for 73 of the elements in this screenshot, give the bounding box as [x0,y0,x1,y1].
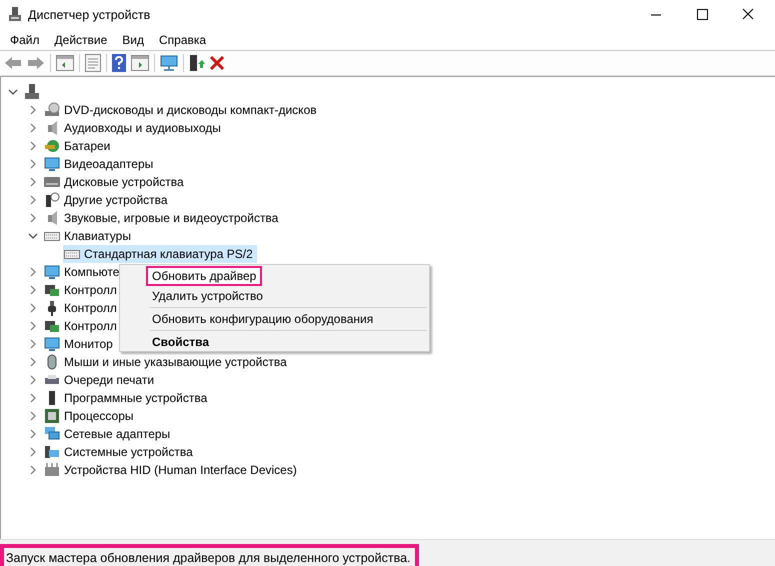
tree-item[interactable]: Звуковые, игровые и видеоустройства [64,211,278,225]
update-driver-icon[interactable] [189,54,205,72]
tree-item[interactable]: Сетевые адаптеры [64,427,170,441]
tree-item[interactable]: Контролл [64,301,117,315]
forward-icon[interactable] [27,56,45,70]
delete-icon[interactable] [210,56,224,70]
card-icon [44,318,60,334]
panel-icon[interactable] [56,55,74,71]
card-icon [44,282,60,298]
status-text: Запуск мастера обновления драйверов для выделенного устройства. [0,544,418,566]
chevron-right-icon[interactable] [28,321,38,331]
chevron-right-icon[interactable] [28,213,38,223]
chevron-right-icon[interactable] [28,375,38,385]
chevron-right-icon[interactable] [28,465,38,475]
chevron-right-icon[interactable] [28,393,38,403]
tree-item[interactable]: Контролл [64,283,117,297]
menu-item[interactable]: Обновить драйвер [146,266,262,286]
network-icon [44,426,60,442]
disc-icon [44,102,60,118]
monitor-icon [44,336,60,352]
monitor-icon [44,156,60,172]
tree-item[interactable]: Аудиовходы и аудиовыходы [64,121,221,135]
menu-item[interactable]: Удалить устройство [146,286,269,306]
help-icon[interactable] [112,54,126,72]
system-icon [44,444,60,460]
chevron-right-icon[interactable] [28,339,38,349]
tree-item[interactable]: Системные устройства [64,445,193,459]
computer-icon [8,7,22,23]
tree-item[interactable]: Очереди печати [64,373,154,387]
back-icon[interactable] [4,56,22,70]
drive-icon [44,174,60,190]
chevron-right-icon[interactable] [28,267,38,277]
chevron-right-icon[interactable] [28,357,38,367]
chevron-right-icon[interactable] [28,105,38,115]
tree-item[interactable]: Клавиатуры [64,229,131,243]
tree-item[interactable]: Программные устройства [64,391,208,405]
tree-item[interactable]: Устройства HID (Human Interface Devices) [64,463,297,477]
tree-item[interactable]: Компьюте [64,265,120,279]
chevron-right-icon[interactable] [28,159,38,169]
chevron-right-icon[interactable] [28,177,38,187]
chevron-down-icon[interactable] [28,233,38,239]
window-title: Диспетчер устройств [28,8,150,22]
tree-item[interactable]: Видеоадаптеры [64,157,154,171]
tree-item[interactable]: Другие устройства [64,193,168,207]
tree-item[interactable]: Дисковые устройства [64,175,184,189]
chevron-right-icon[interactable] [28,123,38,133]
chevron-right-icon[interactable] [28,447,38,457]
chevron-right-icon[interactable] [28,411,38,421]
menu-item[interactable]: Действие [48,33,114,47]
chevron-down-icon[interactable] [8,89,18,95]
monitor-icon[interactable] [160,55,178,71]
document-icon[interactable] [85,54,101,72]
battery-icon [44,138,60,154]
chip-icon [44,408,60,424]
menu-item[interactable]: Вид [116,33,150,47]
tree-item[interactable]: Монитор [64,337,113,351]
chevron-right-icon[interactable] [28,141,38,151]
tree-item[interactable]: DVD-дисководы и дисководы компакт-дисков [64,103,317,117]
chevron-right-icon[interactable] [28,303,38,313]
panel-icon[interactable] [131,55,149,71]
tree-item[interactable]: Мыши и иные указывающие устройства [64,355,287,369]
menu-item[interactable]: Справка [153,33,212,47]
chevron-right-icon[interactable] [28,195,38,205]
tree-item[interactable]: Процессоры [64,409,134,423]
chevron-right-icon[interactable] [28,429,38,439]
tree-item[interactable]: Батареи [64,139,110,153]
chevron-right-icon[interactable] [28,285,38,295]
monitor-icon [44,264,60,280]
tree-item[interactable]: Контролл [64,319,117,333]
computer-icon [24,84,40,100]
menu-item[interactable]: Свойства [146,332,216,352]
menu-item[interactable]: Файл [4,33,46,47]
menu-item[interactable]: Обновить конфигурацию оборудования [146,309,380,329]
